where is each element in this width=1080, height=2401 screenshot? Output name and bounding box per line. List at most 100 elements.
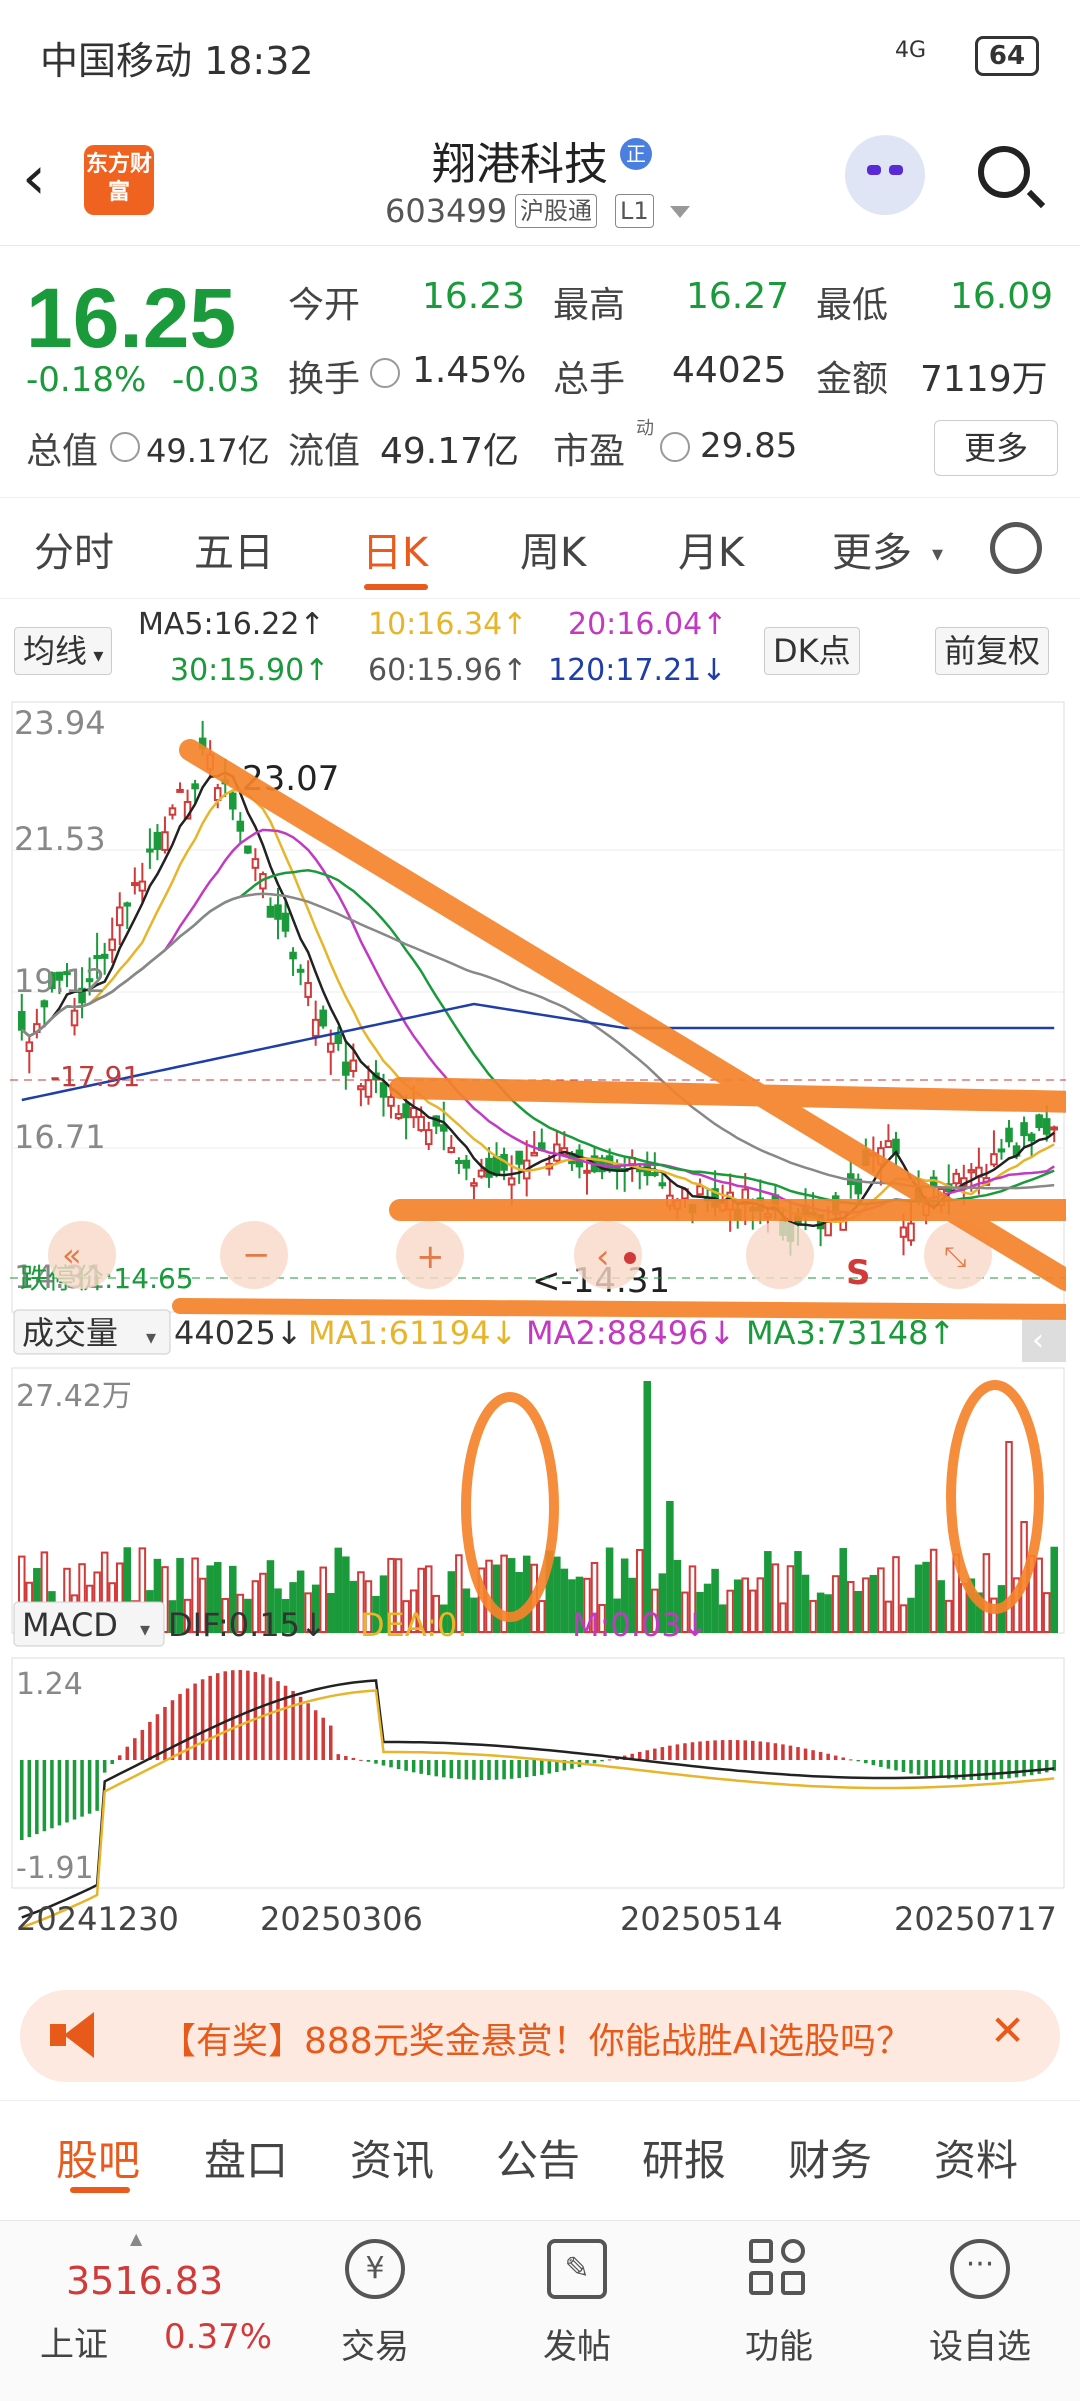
info-icon[interactable] (110, 432, 140, 462)
scroll-left-icon: « (62, 1236, 82, 1274)
back-arrow-icon[interactable]: ‹ (22, 148, 66, 210)
macd-bar (35, 1760, 39, 1835)
tab-forum[interactable]: 股吧 (56, 2127, 140, 2188)
app-logo[interactable]: 东方财富 (84, 145, 154, 215)
volume-max-label: 27.42万 (16, 1379, 132, 1414)
macd-bar (720, 1740, 725, 1760)
macd-bar (366, 1760, 371, 1762)
gear-icon[interactable] (990, 522, 1042, 574)
adjust-button[interactable]: 前复权 (935, 627, 1050, 675)
macd-bar (743, 1740, 748, 1760)
macd-bar (291, 1690, 295, 1760)
dropdown-caret-icon[interactable] (670, 206, 690, 218)
volume-bar (786, 1565, 795, 1633)
candle-body (108, 938, 116, 951)
macd-bar (864, 1760, 868, 1764)
turnover-value: 1.45% (412, 350, 527, 391)
macd-bar (886, 1760, 891, 1769)
expand-icon: ⤡ (944, 1240, 966, 1273)
scroll-left-button (48, 1221, 116, 1289)
more-button[interactable]: 更多 (934, 420, 1058, 476)
nav-add-watchlist[interactable]: ··· 设自选 (900, 2221, 1060, 2401)
tab-more[interactable]: 更多 (832, 520, 912, 578)
candle-body (1027, 1133, 1036, 1142)
macd-bar (95, 1760, 99, 1811)
ma-mode-select[interactable]: 均线 ▾ (14, 627, 113, 675)
tab-daily[interactable]: 日K (362, 520, 428, 578)
macd-bottom-label: -1.91 (16, 1851, 94, 1886)
dk-point-button[interactable]: DK点 (764, 627, 860, 675)
nav-functions[interactable]: 功能 (699, 2221, 859, 2401)
current-price: 16.25 (26, 271, 237, 365)
macd-bar (848, 1759, 853, 1761)
tab-financials[interactable]: 财务 (788, 2127, 872, 2188)
banner-text[interactable]: 【有奖】888元奖金悬赏！你能战胜AI选股吗？ (160, 2012, 912, 2064)
float-cap-value: 49.17亿 (380, 431, 520, 472)
candle-body (470, 1182, 478, 1187)
market-cap-value: 49.17亿 (146, 432, 270, 470)
tab-profile[interactable]: 资料 (934, 2127, 1018, 2188)
candle-body (176, 788, 184, 793)
macd-bar (396, 1760, 401, 1770)
tab-monthly[interactable]: 月K (678, 520, 744, 578)
info-icon[interactable] (370, 358, 400, 388)
macd-bars (20, 1670, 1056, 1929)
annotation-resistance-line (389, 1077, 1080, 1113)
tab-announcements[interactable]: 公告 (496, 2127, 580, 2188)
pe-superscript: 动 (636, 418, 654, 439)
search-icon[interactable] (978, 146, 1030, 198)
volume-bar (982, 1553, 991, 1634)
macd-bar (690, 1742, 695, 1760)
candle-body (967, 1169, 976, 1174)
caret-down-icon: ▾ (140, 1617, 150, 1641)
volume-bar (824, 1594, 832, 1633)
macd-bar (788, 1745, 793, 1760)
macd-bar (253, 1672, 258, 1760)
nav-trade[interactable]: ¥ 交易 (295, 2221, 455, 2401)
dif-value: DIF:0.15↓ (168, 1606, 327, 1644)
kline-chart-svg[interactable]: 23.94 21.53 19.12 16.71 14.31 23.07 <-14… (10, 700, 1080, 1970)
kline-chart-area[interactable]: 23.94 21.53 19.12 16.71 14.31 23.07 <-14… (10, 700, 1080, 1970)
y-axis-label-2: 21.53 (14, 820, 106, 858)
promo-banner[interactable]: 【有奖】888元奖金悬赏！你能战胜AI选股吗？ ✕ (20, 1990, 1060, 2082)
macd-bar (502, 1760, 506, 1780)
caret-down-icon[interactable]: ▾ (932, 542, 943, 567)
macd-bar (442, 1760, 446, 1778)
yen-exchange-icon: ¥ (345, 2239, 405, 2299)
selection-dot (624, 1252, 636, 1264)
ai-assistant-icon[interactable] (845, 135, 925, 215)
macd-bar (811, 1750, 815, 1760)
volume-ma1: MA1:61194↓ (308, 1314, 517, 1352)
macd-bar (532, 1760, 536, 1777)
macd-bar (464, 1760, 469, 1780)
tab-weekly[interactable]: 周K (520, 520, 586, 578)
close-icon[interactable]: ✕ (990, 2006, 1025, 2055)
macd-bar (359, 1759, 363, 1761)
macd-bar (735, 1740, 740, 1760)
candle-body (485, 1157, 493, 1178)
content-tabs: 股吧 盘口 资讯 公告 研报 财务 资料 (0, 2100, 1080, 2201)
tab-intraday[interactable]: 分时 (34, 520, 114, 578)
candle-body (1005, 1127, 1013, 1143)
date-label-4: 20250717 (894, 1900, 1057, 1938)
candle-body (997, 1148, 1006, 1153)
macd-bar (992, 1760, 996, 1780)
candle-body (364, 1079, 373, 1098)
candle-body (447, 1146, 456, 1154)
tab-news[interactable]: 资讯 (350, 2127, 434, 2188)
candle-body (244, 845, 252, 854)
nav-post[interactable]: ✎ 发帖 (497, 2221, 657, 2401)
index-ticker[interactable]: ▲ 3516.83 上证 0.37% (0, 2221, 300, 2401)
macd-bar (404, 1760, 408, 1771)
macd-bar (856, 1760, 861, 1762)
macd-bar (65, 1760, 69, 1823)
candle-body (161, 831, 169, 851)
info-icon[interactable] (660, 432, 690, 462)
tab-research[interactable]: 研报 (642, 2127, 726, 2188)
macd-bar (57, 1760, 62, 1826)
candle-body (115, 906, 124, 927)
tab-five-day[interactable]: 五日 (194, 520, 274, 578)
tab-order-book[interactable]: 盘口 (204, 2127, 288, 2188)
macd-bar (344, 1756, 348, 1760)
grid-cell (749, 2239, 773, 2263)
